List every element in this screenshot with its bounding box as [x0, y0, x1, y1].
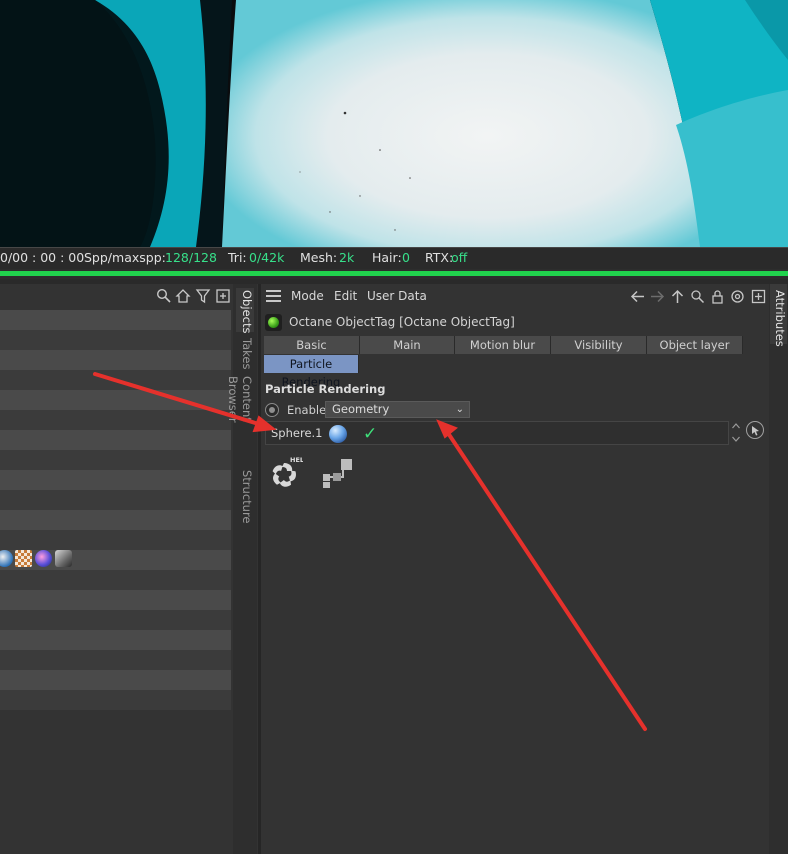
object-row[interactable] — [0, 310, 231, 330]
particle-mode-dropdown[interactable]: Geometry ⌄ — [325, 401, 470, 418]
render-status-bar: 0/00 : 00 : 00 Spp/maxspp: 128/128 Tri: … — [0, 247, 788, 269]
object-row[interactable] — [0, 370, 231, 390]
spp-value: 128/128 — [165, 250, 217, 265]
tab-particle-rendering[interactable]: Particle Rendering — [264, 355, 359, 389]
home-icon[interactable] — [175, 288, 191, 304]
render-progress-bar — [0, 269, 788, 279]
cursor-arrow-icon — [752, 426, 759, 436]
tab-object-layer[interactable]: Object layer — [647, 336, 743, 354]
render-time: 0/00 : 00 : 00 — [0, 250, 85, 265]
object-row — [0, 690, 231, 710]
spp-label: Spp/maxspp: — [84, 250, 166, 265]
tri-value: 0/42k — [249, 250, 285, 265]
left-side-tab-strip: Objects Takes Content Browser Structure — [226, 284, 257, 854]
object-row[interactable] — [0, 350, 231, 370]
tab-content-browser[interactable]: Content Browser — [226, 376, 254, 460]
octane-tag-icon — [265, 314, 282, 331]
back-arrow-icon[interactable] — [630, 289, 645, 304]
lock-icon[interactable] — [710, 289, 725, 304]
attribute-manager[interactable]: Mode Edit User Data Octane ObjectTag [Oc… — [261, 284, 769, 854]
attribute-tabs: Basic Main Motion blur Visibility Object… — [264, 336, 743, 389]
object-tag-icon[interactable] — [55, 550, 72, 567]
octane-help-icon[interactable]: HELP — [269, 454, 309, 490]
menu-edit[interactable]: Edit — [334, 289, 357, 303]
pick-object-button[interactable] — [746, 421, 764, 439]
object-row[interactable] — [0, 410, 231, 430]
forward-arrow-icon[interactable] — [650, 289, 665, 304]
object-row[interactable] — [0, 610, 231, 630]
object-link-field[interactable]: Sphere.1 ✓ — [265, 421, 729, 445]
rtx-label: RTX: — [425, 250, 454, 265]
particle-mode-value: Geometry — [332, 402, 390, 416]
render-viewport[interactable] — [0, 0, 788, 247]
enable-label: Enable — [287, 403, 327, 417]
tab-takes[interactable]: Takes — [236, 338, 254, 370]
object-row[interactable] — [0, 470, 231, 490]
target-icon[interactable] — [730, 289, 745, 304]
object-row[interactable] — [0, 390, 231, 410]
render-progress-fill — [0, 271, 788, 276]
chevron-down-icon[interactable] — [731, 433, 741, 444]
object-row[interactable] — [0, 490, 231, 510]
sphere-icon — [329, 425, 347, 443]
section-title: Particle Rendering — [265, 382, 386, 396]
mesh-value: 2k — [339, 250, 355, 265]
hair-value: 0 — [402, 250, 410, 265]
right-side-tab-strip: Attributes — [769, 284, 788, 854]
search-icon[interactable] — [156, 288, 172, 304]
tab-attributes[interactable]: Attributes — [770, 284, 787, 347]
hamburger-menu-icon[interactable] — [266, 290, 281, 302]
tab-visibility[interactable]: Visibility — [551, 336, 647, 354]
object-row[interactable] — [0, 530, 231, 550]
help-badge-text: HELP — [290, 456, 303, 464]
object-row[interactable] — [0, 630, 231, 650]
object-row[interactable] — [0, 570, 231, 590]
mesh-label: Mesh: — [300, 250, 338, 265]
texture-tag-icon[interactable] — [15, 550, 32, 567]
object-row[interactable] — [0, 450, 231, 470]
menu-user-data[interactable]: User Data — [367, 289, 427, 303]
check-icon: ✓ — [363, 424, 378, 444]
object-row[interactable] — [0, 670, 231, 690]
object-row[interactable] — [0, 430, 231, 450]
linked-object-name: Sphere.1 — [271, 426, 323, 440]
object-row[interactable] — [0, 650, 231, 670]
node-editor-icon[interactable] — [321, 456, 355, 490]
render-image — [0, 0, 788, 247]
filter-icon[interactable] — [195, 288, 211, 304]
object-row[interactable] — [0, 330, 231, 350]
object-manager[interactable] — [0, 284, 233, 854]
tri-label: Tri: — [228, 250, 247, 265]
object-row[interactable] — [0, 510, 231, 530]
chevron-up-icon[interactable] — [731, 421, 741, 432]
hair-label: Hair: — [372, 250, 402, 265]
tab-objects[interactable]: Objects — [236, 288, 254, 333]
octane-material-tag-icon[interactable] — [35, 550, 52, 567]
menu-mode[interactable]: Mode — [291, 289, 324, 303]
new-panel-icon[interactable] — [751, 289, 766, 304]
chevron-down-icon: ⌄ — [455, 404, 464, 415]
rtx-value: off — [451, 250, 468, 265]
tag-title: Octane ObjectTag [Octane ObjectTag] — [289, 315, 515, 329]
object-row[interactable] — [0, 590, 231, 610]
tab-structure[interactable]: Structure — [236, 470, 254, 524]
tab-basic[interactable]: Basic — [264, 336, 360, 354]
attribute-menu-bar: Mode Edit User Data — [261, 284, 769, 308]
new-panel-icon[interactable] — [215, 288, 231, 304]
up-arrow-icon[interactable] — [670, 289, 685, 304]
tab-main[interactable]: Main — [360, 336, 455, 354]
search-icon[interactable] — [690, 289, 705, 304]
tab-motion-blur[interactable]: Motion blur — [455, 336, 551, 354]
enable-toggle[interactable] — [265, 403, 279, 417]
